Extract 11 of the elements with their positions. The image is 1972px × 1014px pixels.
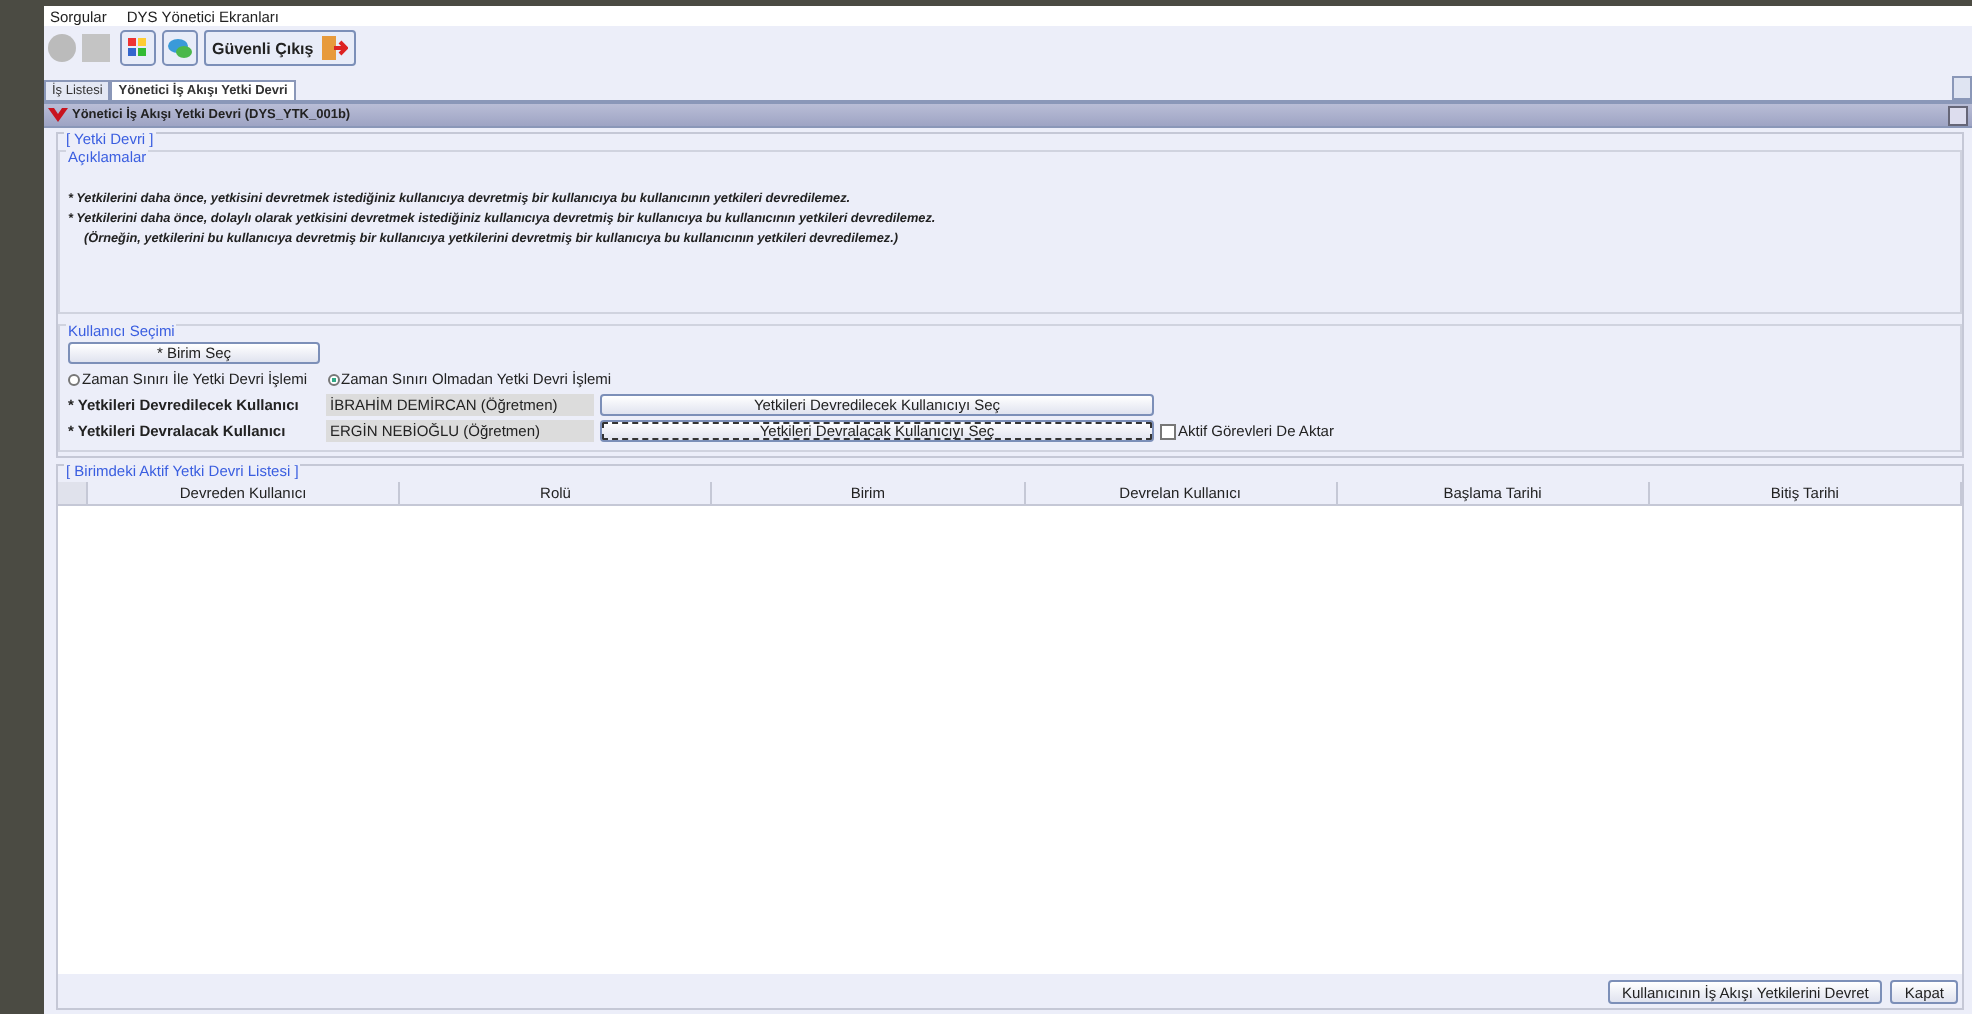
- chat-icon[interactable]: [162, 30, 198, 66]
- radio-button[interactable]: [68, 373, 80, 385]
- exit-button[interactable]: Güvenli Çıkış: [204, 30, 356, 66]
- chevron-icon: [48, 106, 68, 124]
- palette-icon[interactable]: [120, 30, 156, 66]
- select-all-cell[interactable]: [58, 482, 88, 504]
- checkbox[interactable]: [1160, 423, 1176, 439]
- restore-icon[interactable]: [1948, 105, 1968, 125]
- radio-button[interactable]: [327, 373, 340, 385]
- tab-menu-icon[interactable]: [1952, 76, 1972, 100]
- door-icon: [319, 34, 348, 62]
